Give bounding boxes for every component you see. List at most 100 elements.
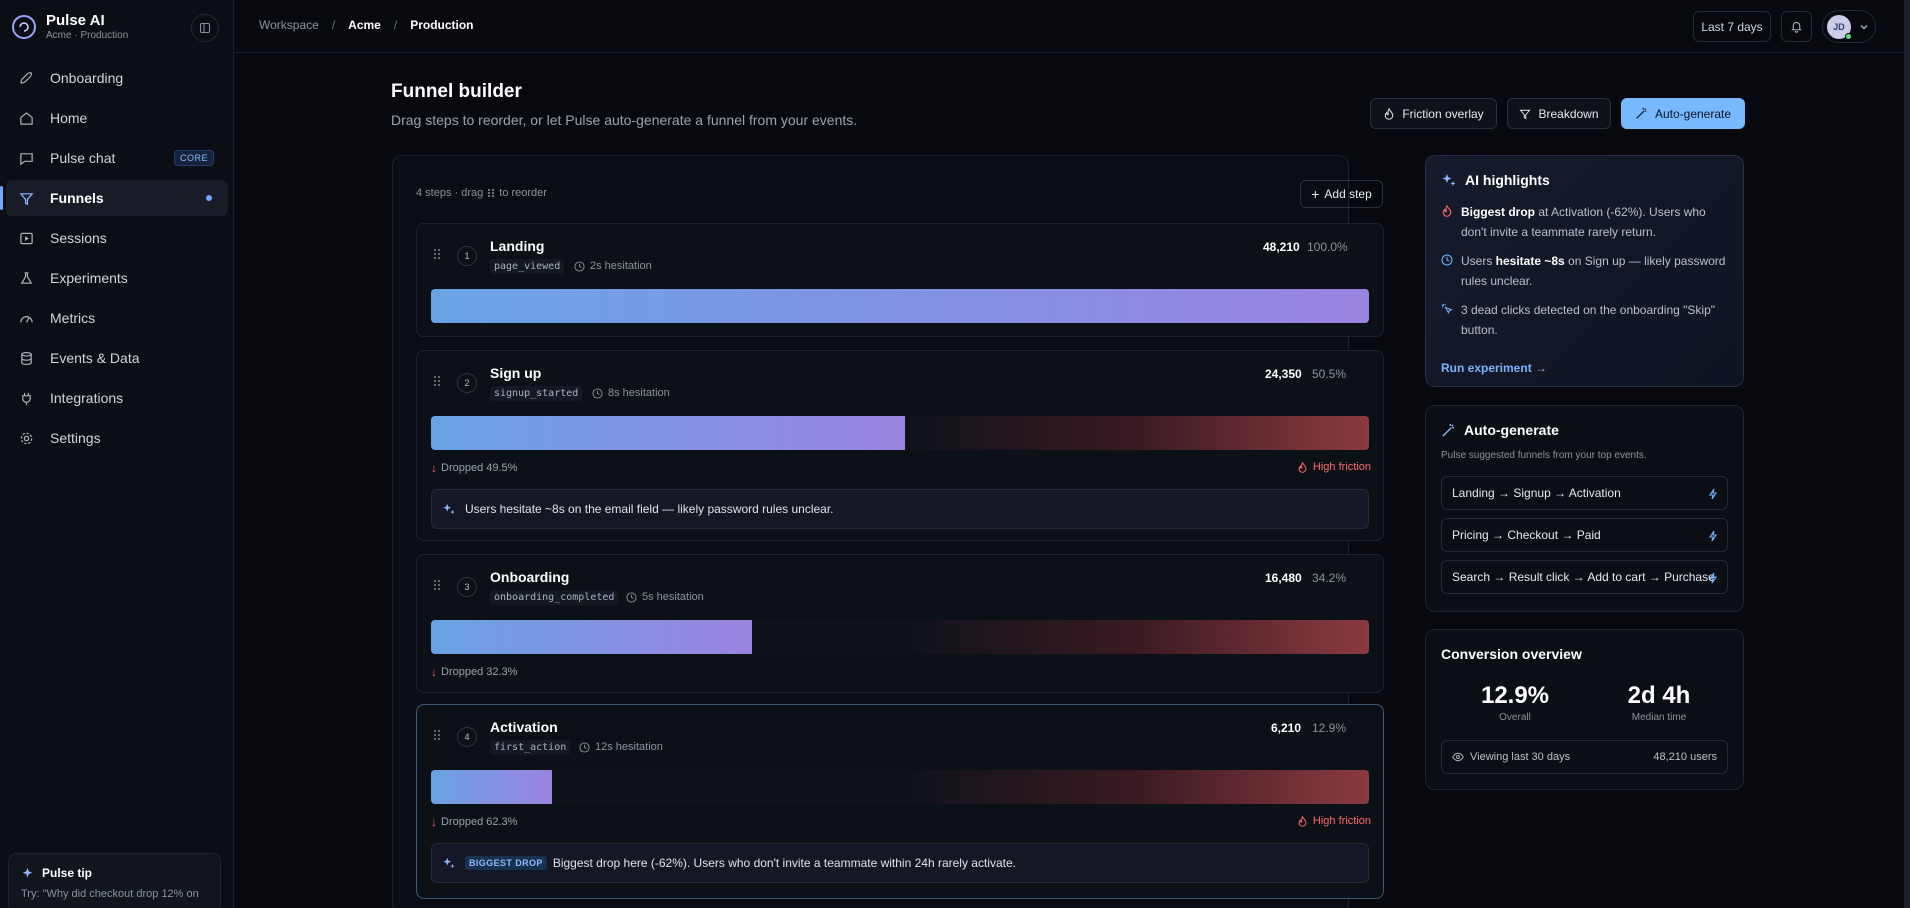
breadcrumb-production[interactable]: Production bbox=[410, 18, 473, 32]
step-conversion-fill bbox=[431, 416, 905, 450]
chevron-down-icon bbox=[1860, 24, 1868, 29]
flame-icon bbox=[1297, 815, 1308, 827]
sidebar-item-sessions[interactable]: Sessions bbox=[6, 220, 228, 256]
auto-generate-button[interactable]: Auto-generate bbox=[1621, 98, 1745, 129]
sidebar-item-pulse-chat[interactable]: Pulse chat CORE bbox=[6, 140, 228, 176]
user-menu-button[interactable]: JD bbox=[1822, 10, 1876, 43]
scrollbar-thumb[interactable] bbox=[1904, 0, 1910, 908]
page-scrollbar[interactable] bbox=[1904, 0, 1910, 908]
hesitation-text: 2s hesitation bbox=[590, 260, 652, 272]
step-dropped: ↓ Dropped 62.3% bbox=[431, 815, 517, 829]
suggested-funnel-label: Landing → Signup → Activation bbox=[1452, 486, 1621, 500]
suggested-funnel-option[interactable]: Pricing → Checkout → Paid bbox=[1441, 518, 1728, 552]
online-status-dot bbox=[1845, 32, 1852, 40]
friction-text: High friction bbox=[1312, 815, 1371, 827]
step-percent: 100.0% bbox=[1307, 240, 1348, 254]
dropped-text: Dropped 62.3% bbox=[441, 816, 518, 828]
median-time-label: Median time bbox=[1631, 712, 1687, 723]
ai-highlights-panel: AI highlights Biggest drop at Activation… bbox=[1425, 155, 1744, 387]
step-number: 1 bbox=[457, 246, 477, 266]
tip-title: Pulse tip bbox=[42, 866, 93, 880]
step-conversion-fill bbox=[431, 770, 552, 804]
step-number: 3 bbox=[457, 577, 477, 597]
funnel-step-card[interactable]: 1 Landing page_viewed 2s hesitation 48,2… bbox=[416, 223, 1384, 337]
step-percent: 50.5% bbox=[1312, 367, 1347, 381]
highlight-text: 3 dead clicks detected on the onboarding… bbox=[1461, 303, 1716, 337]
flame-icon bbox=[1297, 461, 1308, 473]
steps-meta-prefix: 4 steps · drag bbox=[416, 187, 484, 199]
funnel-step-card[interactable]: 2 Sign up signup_started 8s hesitation 2… bbox=[416, 350, 1384, 541]
highlight-text: Biggest drop at Activation (-62%). Users… bbox=[1461, 202, 1731, 242]
step-hesitation: 5s hesitation bbox=[626, 591, 704, 603]
step-insight: BIGGEST DROP Biggest drop here (-62%). U… bbox=[431, 843, 1369, 883]
play-icon bbox=[18, 230, 34, 246]
step-dropped: ↓ Dropped 49.5% bbox=[431, 461, 517, 475]
bolt-icon bbox=[1708, 572, 1719, 584]
sidebar-item-experiments[interactable]: Experiments bbox=[6, 260, 228, 296]
arrow-down-icon: ↓ bbox=[431, 665, 437, 679]
funnel-step-card[interactable]: 4 Activation first_action 12s hesitation… bbox=[416, 704, 1384, 899]
sparkle-icon bbox=[442, 502, 456, 516]
page-title: Funnel builder bbox=[391, 81, 522, 102]
step-hesitation: 8s hesitation bbox=[592, 387, 670, 399]
sidebar-item-settings[interactable]: Settings bbox=[6, 420, 228, 456]
sidebar-item-home[interactable]: Home bbox=[6, 100, 228, 136]
collapse-sidebar-button[interactable] bbox=[191, 14, 219, 42]
breadcrumb-acme[interactable]: Acme bbox=[348, 18, 381, 32]
pulse-tip-card[interactable]: Pulse tip Try: "Why did checkout drop 12… bbox=[8, 853, 221, 908]
sidebar-item-integrations[interactable]: Integrations bbox=[6, 380, 228, 416]
viewing-range-row[interactable]: Viewing last 30 days 48,210 users bbox=[1441, 740, 1728, 774]
friction-overlay-label: Friction overlay bbox=[1402, 106, 1484, 121]
home-icon bbox=[18, 110, 34, 126]
tip-text: Try: "Why did checkout drop 12% on bbox=[21, 888, 199, 900]
drag-handle-icon[interactable] bbox=[433, 375, 441, 387]
drag-handle-icon[interactable] bbox=[433, 248, 441, 260]
sidebar-item-events-data[interactable]: Events & Data bbox=[6, 340, 228, 376]
step-hesitation: 12s hesitation bbox=[579, 741, 663, 753]
notifications-button[interactable] bbox=[1781, 11, 1812, 42]
ai-highlights-title: AI highlights bbox=[1465, 172, 1550, 188]
step-insight: Users hesitate ~8s on the email field — … bbox=[431, 489, 1369, 529]
viewing-range-text: Viewing last 30 days bbox=[1470, 751, 1571, 763]
breadcrumb-workspace[interactable]: Workspace bbox=[259, 18, 319, 32]
suggested-funnel-label: Pricing → Checkout → Paid bbox=[1452, 528, 1601, 542]
step-percent: 12.9% bbox=[1312, 721, 1347, 735]
date-range-button[interactable]: Last 7 days bbox=[1693, 11, 1771, 42]
step-event: signup_started bbox=[490, 386, 583, 401]
drag-handle-icon[interactable] bbox=[433, 729, 441, 741]
brand-name: Pulse AI bbox=[46, 12, 105, 29]
sidebar-item-label: Sessions bbox=[50, 230, 107, 246]
gauge-icon bbox=[18, 310, 34, 326]
breadcrumb-separator: / bbox=[393, 18, 398, 32]
step-name: Landing bbox=[490, 238, 545, 254]
hesitation-text: 8s hesitation bbox=[608, 387, 670, 399]
highlight-pre: Users bbox=[1461, 254, 1496, 268]
add-step-button[interactable]: + Add step bbox=[1300, 180, 1383, 208]
friction-overlay-button[interactable]: Friction overlay bbox=[1370, 98, 1497, 129]
sidebar-item-label: Events & Data bbox=[50, 350, 140, 366]
suggested-funnel-option[interactable]: Search → Result click → Add to cart → Pu… bbox=[1441, 560, 1728, 594]
sidebar-item-metrics[interactable]: Metrics bbox=[6, 300, 228, 336]
step-name: Onboarding bbox=[490, 569, 570, 585]
core-badge: CORE bbox=[173, 150, 214, 166]
overall-conversion-value: 12.9% bbox=[1480, 682, 1550, 709]
step-number: 4 bbox=[457, 727, 477, 747]
step-conversion-fill bbox=[431, 620, 752, 654]
sidebar-item-onboarding[interactable]: Onboarding bbox=[6, 60, 228, 96]
filter-icon bbox=[1519, 108, 1532, 120]
suggested-funnel-option[interactable]: Landing → Signup → Activation bbox=[1441, 476, 1728, 510]
cursor-click-icon bbox=[1441, 303, 1453, 340]
breakdown-button[interactable]: Breakdown bbox=[1507, 98, 1611, 129]
funnel-step-card[interactable]: 3 Onboarding onboarding_completed 5s hes… bbox=[416, 554, 1384, 693]
funnel-icon bbox=[18, 190, 34, 206]
sidebar-item-funnels[interactable]: Funnels bbox=[0, 180, 228, 216]
clock-icon bbox=[579, 741, 590, 753]
drag-handle-icon bbox=[487, 188, 495, 198]
gear-icon bbox=[18, 430, 34, 446]
sidebar-item-label: Metrics bbox=[50, 310, 96, 326]
run-experiment-link[interactable]: Run experiment → bbox=[1441, 361, 1547, 375]
step-event: first_action bbox=[490, 740, 571, 755]
drag-handle-icon[interactable] bbox=[433, 579, 441, 591]
step-dropped: ↓ Dropped 32.3% bbox=[431, 665, 517, 679]
step-name: Sign up bbox=[490, 365, 542, 381]
